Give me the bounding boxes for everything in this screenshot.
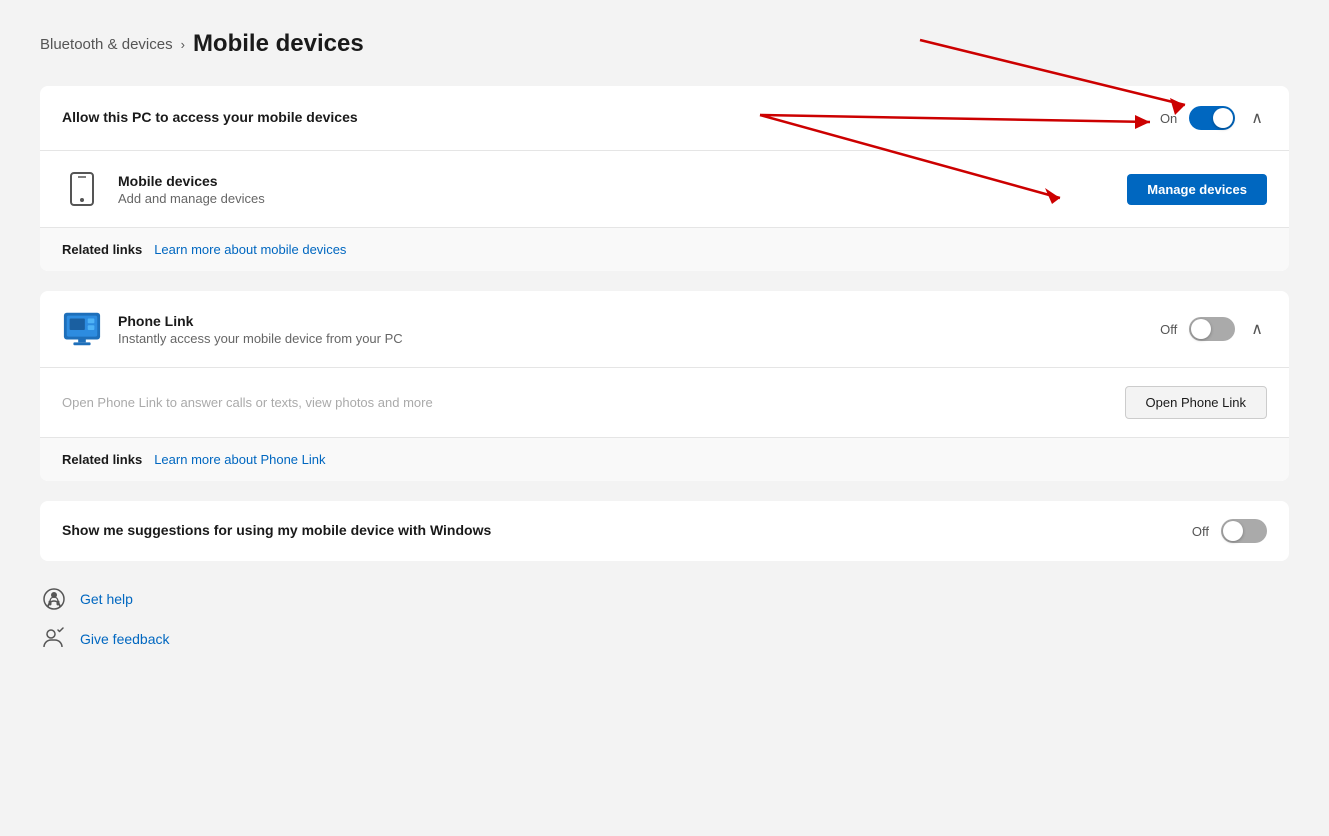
get-help-link[interactable]: Get help bbox=[80, 591, 133, 607]
mobile-access-card: Allow this PC to access your mobile devi… bbox=[40, 86, 1289, 271]
mobile-access-title: Allow this PC to access your mobile devi… bbox=[62, 109, 358, 125]
suggestions-toggle-label: Off bbox=[1192, 524, 1209, 539]
get-help-icon bbox=[40, 585, 68, 613]
open-phone-link-button[interactable]: Open Phone Link bbox=[1125, 386, 1267, 419]
phone-link-chevron[interactable]: ∧ bbox=[1247, 315, 1267, 343]
toggle-thumb bbox=[1213, 108, 1233, 128]
mobile-devices-row: Mobile devices Add and manage devices Ma… bbox=[40, 151, 1289, 228]
learn-more-phone-link-link[interactable]: Learn more about Phone Link bbox=[154, 452, 325, 467]
breadcrumb-separator: › bbox=[181, 37, 185, 52]
phone-link-icon bbox=[62, 309, 102, 349]
get-help-row: Get help bbox=[40, 585, 1289, 613]
breadcrumb: Bluetooth & devices › Mobile devices bbox=[40, 30, 1289, 58]
phone-link-related-links-label: Related links bbox=[62, 452, 142, 467]
manage-devices-button[interactable]: Manage devices bbox=[1127, 174, 1267, 205]
breadcrumb-parent[interactable]: Bluetooth & devices bbox=[40, 36, 173, 53]
related-links-label: Related links bbox=[62, 242, 142, 257]
page-title: Mobile devices bbox=[193, 30, 364, 58]
suggestions-toggle[interactable] bbox=[1221, 519, 1267, 543]
phone-link-title: Phone Link bbox=[118, 313, 1160, 329]
phone-link-description: Open Phone Link to answer calls or texts… bbox=[62, 395, 433, 410]
give-feedback-icon bbox=[40, 625, 68, 653]
learn-more-mobile-devices-link[interactable]: Learn more about mobile devices bbox=[154, 242, 346, 257]
give-feedback-link[interactable]: Give feedback bbox=[80, 631, 170, 647]
give-feedback-row: Give feedback bbox=[40, 625, 1289, 653]
toggle-thumb bbox=[1223, 521, 1243, 541]
mobile-devices-title: Mobile devices bbox=[118, 173, 1127, 189]
phone-link-toggle-row: Phone Link Instantly access your mobile … bbox=[40, 291, 1289, 368]
mobile-access-related-links: Related links Learn more about mobile de… bbox=[40, 228, 1289, 271]
toggle-thumb bbox=[1191, 319, 1211, 339]
suggestions-row: Show me suggestions for using my mobile … bbox=[40, 501, 1289, 561]
phone-link-card: Phone Link Instantly access your mobile … bbox=[40, 291, 1289, 481]
mobile-access-toggle-label: On bbox=[1160, 111, 1177, 126]
mobile-device-icon bbox=[62, 169, 102, 209]
phone-link-related-links: Related links Learn more about Phone Lin… bbox=[40, 438, 1289, 481]
phone-link-toggle-label: Off bbox=[1160, 322, 1177, 337]
phone-link-subtitle: Instantly access your mobile device from… bbox=[118, 331, 1160, 346]
suggestions-title: Show me suggestions for using my mobile … bbox=[62, 522, 491, 538]
open-phone-link-row: Open Phone Link to answer calls or texts… bbox=[40, 368, 1289, 438]
phone-link-toggle[interactable] bbox=[1189, 317, 1235, 341]
mobile-access-toggle-row: Allow this PC to access your mobile devi… bbox=[40, 86, 1289, 151]
footer-links: Get help Give feedback bbox=[40, 585, 1289, 653]
mobile-devices-subtitle: Add and manage devices bbox=[118, 191, 1127, 206]
suggestions-card: Show me suggestions for using my mobile … bbox=[40, 501, 1289, 561]
mobile-access-chevron[interactable]: ∧ bbox=[1247, 104, 1267, 132]
mobile-access-toggle[interactable] bbox=[1189, 106, 1235, 130]
